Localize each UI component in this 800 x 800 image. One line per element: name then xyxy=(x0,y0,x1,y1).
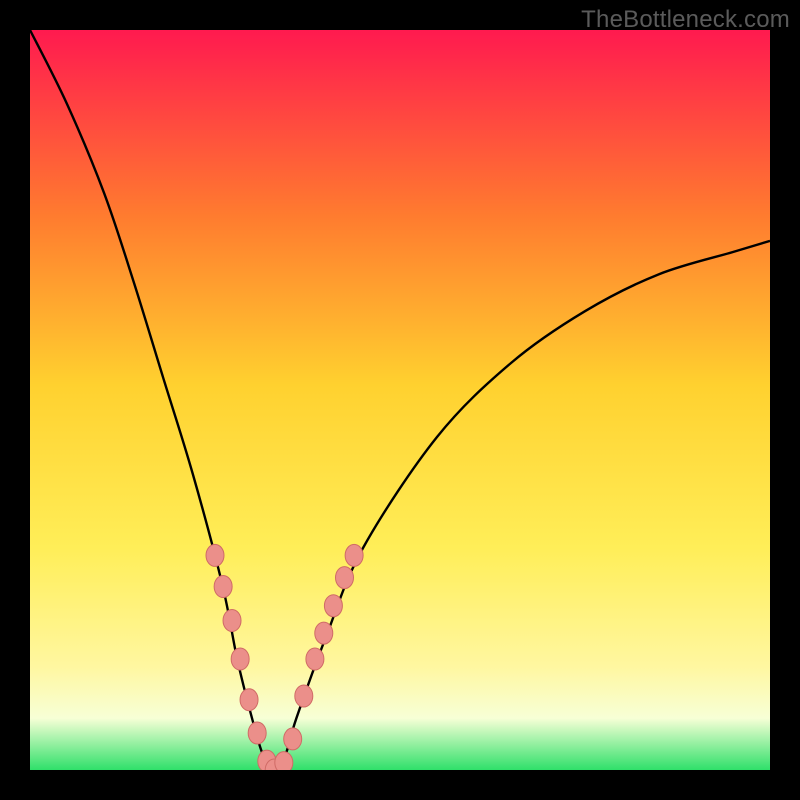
curve-marker xyxy=(324,595,342,617)
curve-marker xyxy=(214,575,232,597)
curve-marker xyxy=(206,544,224,566)
curve-marker xyxy=(231,648,249,670)
chart-frame: TheBottleneck.com xyxy=(0,0,800,800)
curve-marker xyxy=(306,648,324,670)
curve-marker xyxy=(336,567,354,589)
curve-marker xyxy=(284,728,302,750)
watermark-text: TheBottleneck.com xyxy=(581,6,790,34)
bottleneck-chart xyxy=(30,30,770,770)
curve-marker xyxy=(240,689,258,711)
curve-marker xyxy=(315,622,333,644)
gradient-background xyxy=(30,30,770,770)
curve-marker xyxy=(223,610,241,632)
curve-marker xyxy=(275,752,293,770)
curve-marker xyxy=(248,722,266,744)
curve-marker xyxy=(345,544,363,566)
curve-marker xyxy=(295,685,313,707)
plot-area xyxy=(30,30,770,770)
